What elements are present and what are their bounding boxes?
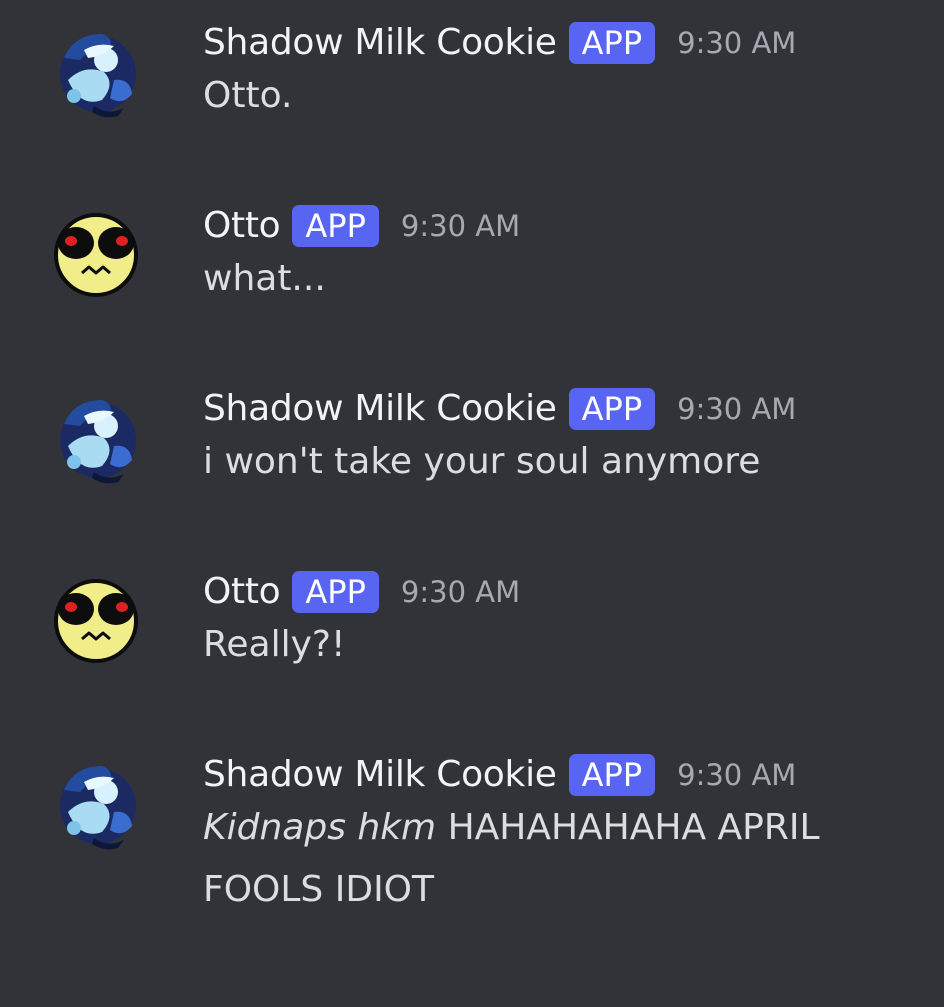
message-text: Really?!: [203, 624, 346, 665]
app-badge: APP: [292, 571, 379, 613]
message-timestamp: 9:30 AM: [677, 26, 797, 60]
author-name[interactable]: Otto: [203, 567, 281, 617]
message-content: Kidnaps hkm HAHAHAHAHA APRIL FOOLS IDIOT: [203, 797, 903, 921]
message-text: Otto.: [203, 75, 293, 116]
message-header: Shadow Milk Cookie APP 9:30 AM: [203, 750, 796, 800]
app-badge: APP: [568, 754, 656, 796]
shadow-milk-cookie-avatar[interactable]: [44, 20, 148, 124]
message-text: i won't take your soul anymore: [203, 441, 761, 482]
message-content: Otto.: [203, 65, 903, 127]
message-timestamp: 9:30 AM: [400, 209, 521, 243]
avatar-image: [44, 752, 148, 856]
avatar-image: [44, 203, 148, 307]
message-timestamp: 9:30 AM: [677, 392, 797, 426]
avatar-image: [44, 386, 148, 490]
message-timestamp: 9:30 AM: [400, 575, 521, 609]
shadow-milk-cookie-avatar[interactable]: [44, 386, 148, 490]
message-item: Shadow Milk Cookie APP 9:30 AM Kidnaps h…: [0, 752, 944, 972]
author-name[interactable]: Otto: [203, 201, 281, 251]
yellow-smiley-avatar[interactable]: [44, 203, 148, 307]
avatar-image: [44, 569, 148, 673]
author-name[interactable]: Shadow Milk Cookie: [203, 18, 557, 68]
message-item: Otto APP 9:30 AM what...: [0, 203, 944, 343]
app-badge: APP: [292, 205, 379, 247]
message-header: Otto APP 9:30 AM: [203, 201, 520, 251]
message-content: Really?!: [203, 614, 903, 676]
message-timestamp: 9:30 AM: [677, 758, 797, 792]
message-text: what...: [203, 258, 326, 299]
message-header: Shadow Milk Cookie APP 9:30 AM: [203, 384, 796, 434]
message-content: i won't take your soul anymore: [203, 431, 903, 493]
yellow-smiley-avatar[interactable]: [44, 569, 148, 673]
shadow-milk-cookie-avatar[interactable]: [44, 752, 148, 856]
message-item: Shadow Milk Cookie APP 9:30 AM Otto.: [0, 20, 944, 160]
app-badge: APP: [568, 388, 656, 430]
author-name[interactable]: Shadow Milk Cookie: [203, 384, 557, 434]
message-item: Shadow Milk Cookie APP 9:30 AM i won't t…: [0, 386, 944, 526]
avatar-image: [44, 20, 148, 124]
app-badge: APP: [568, 22, 656, 64]
message-header: Shadow Milk Cookie APP 9:30 AM: [203, 18, 796, 68]
message-item: Otto APP 9:30 AM Really?!: [0, 569, 944, 709]
author-name[interactable]: Shadow Milk Cookie: [203, 750, 557, 800]
message-header: Otto APP 9:30 AM: [203, 567, 520, 617]
message-action-italic: Kidnaps hkm: [203, 807, 437, 848]
message-content: what...: [203, 248, 903, 310]
